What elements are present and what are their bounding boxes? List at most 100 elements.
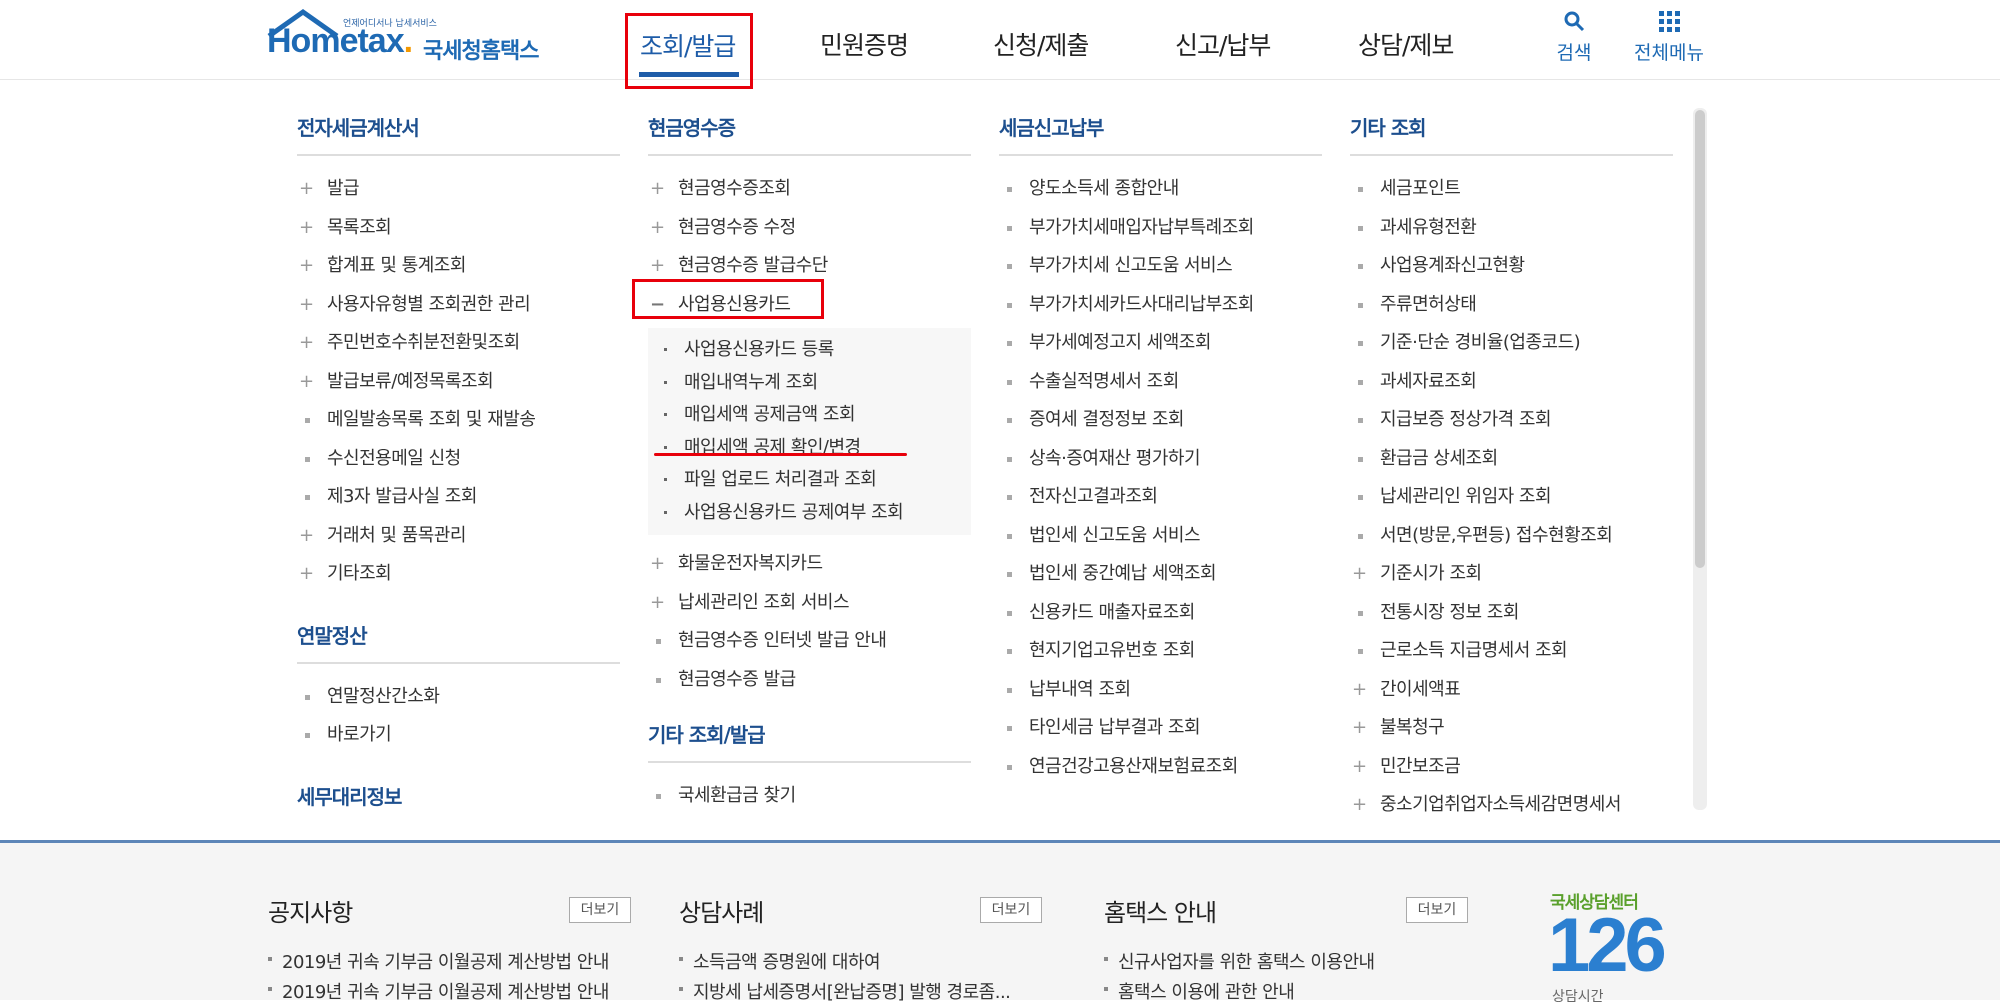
- menu-item[interactable]: + 발급: [297, 170, 620, 209]
- menu-item-label: 세금포인트: [1380, 178, 1461, 199]
- submenu-item-label: 사업용신용카드 등록: [684, 339, 834, 360]
- hometax-logo[interactable]: 언제어디서나 납세서비스 Hometax. 국세청홈택스: [265, 8, 545, 72]
- menu-item[interactable]: 수출실적명세서 조회: [999, 363, 1322, 402]
- case-more-button[interactable]: 더보기: [980, 897, 1042, 923]
- menu-item[interactable]: 신용카드 매출자료조회: [999, 594, 1322, 633]
- menu-item-label: 중소기업취업자소득세감면명세서: [1380, 794, 1621, 815]
- menu-item[interactable]: 기준·단순 경비율(업종코드): [1350, 324, 1673, 363]
- search-button[interactable]: 검색: [1552, 10, 1596, 65]
- search-label: 검색: [1556, 42, 1592, 64]
- menu-item[interactable]: 과세자료조회: [1350, 363, 1673, 402]
- menu-item[interactable]: 타인세금 납부결과 조회: [999, 709, 1322, 748]
- nav-tab-report-pay[interactable]: 신고/납부: [1175, 26, 1271, 62]
- case-item[interactable]: 소득금액 증명원에 대하여: [679, 948, 881, 974]
- menu-item[interactable]: 부가가치세 신고도움 서비스: [999, 247, 1322, 286]
- menu-item-label: 국세환급금 찾기: [678, 785, 796, 806]
- menu-item[interactable]: 세금포인트: [1350, 170, 1673, 209]
- menu-item[interactable]: 과세유형전환: [1350, 209, 1673, 248]
- menu-item[interactable]: 전통시장 정보 조회: [1350, 594, 1673, 633]
- menu-item[interactable]: 국세환급금 찾기: [648, 777, 971, 816]
- submenu-item[interactable]: 파일 업로드 처리결과 조회: [648, 464, 971, 497]
- menu-item-label: 근로소득 지급명세서 조회: [1380, 640, 1568, 661]
- menu-item[interactable]: 연말정산간소화: [297, 678, 620, 717]
- menu-item[interactable]: + 중소기업취업자소득세감면명세서: [1350, 786, 1673, 825]
- guide-item[interactable]: 홈택스 이용에 관한 안내: [1104, 978, 1295, 1004]
- active-tab-indicator: [639, 72, 739, 77]
- nav-tab-apply-submit[interactable]: 신청/제출: [993, 26, 1089, 62]
- bullet-square-icon: [1007, 687, 1012, 693]
- expand-plus-icon: +: [650, 591, 665, 613]
- menu-item[interactable]: + 납세관리인 조회 서비스: [648, 584, 971, 623]
- submenu-item[interactable]: 사업용신용카드 등록: [648, 334, 971, 367]
- expand-plus-icon: +: [650, 216, 665, 238]
- menu-item[interactable]: 사업용계좌신고현황: [1350, 247, 1673, 286]
- bullet-square-icon: [1007, 572, 1012, 577]
- menu-item[interactable]: + 주민번호수취분전환및조회: [297, 324, 620, 363]
- menu-item[interactable]: + 기타조회: [297, 555, 620, 594]
- submenu-item[interactable]: 사업용신용카드 공제여부 조회: [648, 497, 971, 530]
- nav-tab-civil-certificate[interactable]: 민원증명: [820, 26, 909, 62]
- menu-item[interactable]: 법인세 중간예납 세액조회: [999, 555, 1322, 594]
- menu-item[interactable]: 주류면허상태: [1350, 286, 1673, 325]
- menu-item[interactable]: 메일발송목록 조회 및 재발송: [297, 401, 620, 440]
- submenu-item[interactable]: 매입내역누계 조회: [648, 367, 971, 400]
- case-item[interactable]: 지방세 납세증명서[완납증명] 발행 경로좀...: [679, 978, 1011, 1004]
- menu-item[interactable]: + 합계표 및 통계조회: [297, 247, 620, 286]
- expand-plus-icon: +: [650, 178, 665, 199]
- menu-item[interactable]: 수신전용메일 신청: [297, 440, 620, 479]
- menu-item-label: 바로가기: [327, 724, 392, 745]
- menu-item[interactable]: 전자신고결과조회: [999, 478, 1322, 517]
- menu-item[interactable]: + 사용자유형별 조회권한 관리: [297, 286, 620, 325]
- submenu-item[interactable]: 매입세액 공제금액 조회: [648, 399, 971, 432]
- menu-item[interactable]: + 발급보류/예정목록조회: [297, 363, 620, 402]
- menu-item[interactable]: 납부내역 조회: [999, 671, 1322, 710]
- menu-item[interactable]: 현지기업고유번호 조회: [999, 632, 1322, 671]
- expand-plus-icon: +: [299, 524, 314, 546]
- menu-item[interactable]: + 거래처 및 품목관리: [297, 517, 620, 556]
- menu-item[interactable]: + 목록조회: [297, 209, 620, 248]
- menu-item[interactable]: 서면(방문,우편등) 접수현황조회: [1350, 517, 1673, 556]
- column-title-taxagent[interactable]: 세무대리정보: [297, 781, 620, 825]
- menu-item[interactable]: 부가가치세카드사대리납부조회: [999, 286, 1322, 325]
- all-menu-button[interactable]: 전체메뉴: [1632, 10, 1706, 65]
- menu-item[interactable]: 부가가치세매입자납부특례조회: [999, 209, 1322, 248]
- notice-item[interactable]: 2019년 귀속 기부금 이월공제 계산방법 안내: [268, 948, 609, 974]
- menu-item[interactable]: 상속·증여재산 평가하기: [999, 440, 1322, 479]
- grid-menu-icon: [1659, 11, 1680, 32]
- other-issue-menu-list: 국세환급금 찾기: [648, 777, 971, 816]
- menu-item[interactable]: + 현금영수증 수정: [648, 209, 971, 248]
- menu-item[interactable]: 환급금 상세조회: [1350, 440, 1673, 479]
- menu-item[interactable]: 지급보증 정상가격 조회: [1350, 401, 1673, 440]
- nav-tab-inquiry-issue[interactable]: 조회/발급: [625, 13, 753, 89]
- menu-item[interactable]: + 화물운전자복지카드: [648, 545, 971, 584]
- menu-item[interactable]: 연금건강고용산재보험료조회: [999, 748, 1322, 787]
- guide-more-button[interactable]: 더보기: [1406, 897, 1468, 923]
- menu-item[interactable]: 부가세예정고지 세액조회: [999, 324, 1322, 363]
- menu-item[interactable]: + 민간보조금: [1350, 748, 1673, 787]
- menu-item[interactable]: 제3자 발급사실 조회: [297, 478, 620, 517]
- menu-item[interactable]: + 기준시가 조회: [1350, 555, 1673, 594]
- menu-item[interactable]: 납세관리인 위임자 조회: [1350, 478, 1673, 517]
- menu-item[interactable]: + 현금영수증조회: [648, 170, 971, 209]
- bullet-square-icon: [305, 733, 310, 738]
- consult-center-126-badge[interactable]: 국세상담센터 126 상담시간: [1548, 888, 1708, 1005]
- menu-item[interactable]: 근로소득 지급명세서 조회: [1350, 632, 1673, 671]
- menu-item[interactable]: 증여세 결정정보 조회: [999, 401, 1322, 440]
- menu-item[interactable]: + 간이세액표: [1350, 671, 1673, 710]
- submenu-item-label: 파일 업로드 처리결과 조회: [684, 469, 877, 490]
- menu-item[interactable]: 양도소득세 종합안내: [999, 170, 1322, 209]
- notice-item[interactable]: 2019년 귀속 기부금 이월공제 계산방법 안내: [268, 978, 609, 1004]
- menu-scrollbar-thumb[interactable]: [1695, 110, 1705, 568]
- expand-plus-icon: +: [1352, 755, 1367, 777]
- submenu-item[interactable]: 매입세액 공제 확인/변경: [648, 432, 971, 465]
- nav-tab-consult-report[interactable]: 상담/제보: [1358, 26, 1454, 62]
- notice-more-button[interactable]: 더보기: [569, 897, 631, 923]
- guide-item[interactable]: 신규사업자를 위한 홈택스 이용안내: [1104, 948, 1375, 974]
- menu-item[interactable]: 바로가기: [297, 716, 620, 755]
- menu-item[interactable]: + 불복청구: [1350, 709, 1673, 748]
- menu-item[interactable]: 현금영수증 발급: [648, 661, 971, 700]
- menu-item[interactable]: 법인세 신고도움 서비스: [999, 517, 1322, 556]
- highlight-underline-deduction-check: [654, 453, 907, 456]
- menu-item[interactable]: 현금영수증 인터넷 발급 안내: [648, 622, 971, 661]
- menu-item-label: 현금영수증 발급수단: [678, 255, 828, 276]
